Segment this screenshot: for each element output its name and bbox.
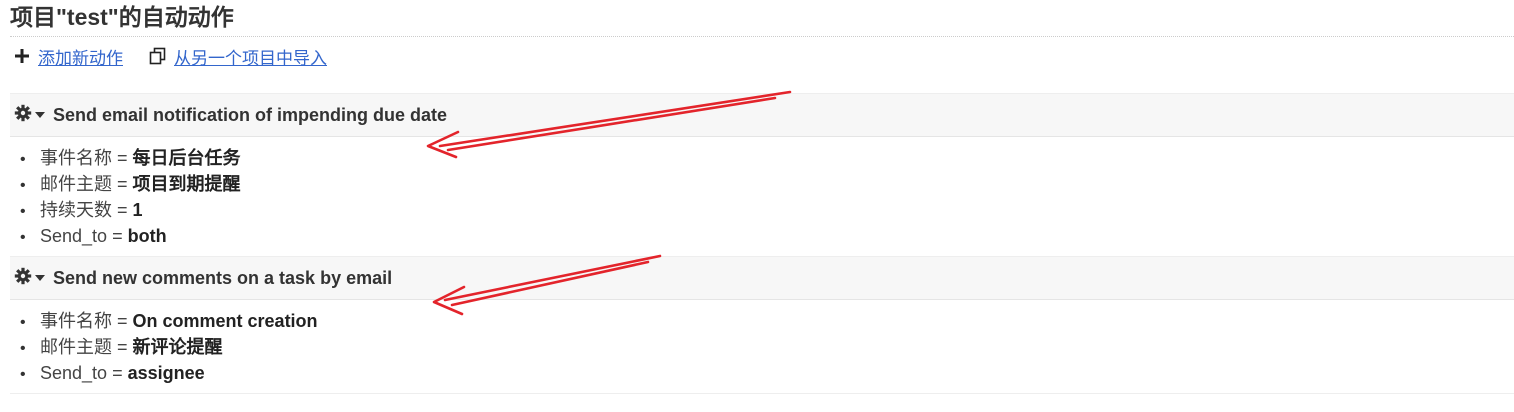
caret-down-icon [35,106,45,124]
page: 项目"test"的自动动作 添加新动作 从另一个项目中导入 Send email… [0,0,1514,412]
action-params: • 事件名称 = On comment creation • 邮件主题 = 新评论提… [10,300,1514,393]
add-action-link[interactable]: 添加新动作 [13,44,123,69]
action-block: Send new comments on a task by email • 事件… [10,256,1514,394]
gear-icon [14,267,32,290]
action-header: Send new comments on a task by email [10,256,1514,300]
action-params: • 事件名称 = 每日后台任务 • 邮件主题 = 项目到期提醒 • 持续天数 = 1 … [10,137,1514,256]
list-item: • 事件名称 = On comment creation [20,311,318,331]
toolbar: 添加新动作 从另一个项目中导入 [10,37,1514,75]
copy-icon [149,47,167,65]
list-item: • Send_to = both [20,226,167,246]
import-actions-label[interactable]: 从另一个项目中导入 [174,44,327,69]
action-menu-toggle[interactable] [14,104,45,127]
action-menu-toggle[interactable] [14,267,45,290]
import-actions-link[interactable]: 从另一个项目中导入 [149,44,327,69]
caret-down-icon [35,269,45,287]
list-item: • 邮件主题 = 项目到期提醒 [20,174,241,194]
add-action-label[interactable]: 添加新动作 [38,44,123,69]
list-item: • 持续天数 = 1 [20,200,143,220]
action-block: Send email notification of impending due… [10,93,1514,256]
action-title: Send email notification of impending due… [53,104,448,125]
gear-icon [14,104,32,127]
action-header: Send email notification of impending due… [10,93,1514,137]
list-item: • Send_to = assignee [20,363,205,383]
action-title: Send new comments on a task by email [53,267,393,288]
page-header: 项目"test"的自动动作 [10,0,1514,37]
list-item: • 邮件主题 = 新评论提醒 [20,337,223,357]
list-item: • 事件名称 = 每日后台任务 [20,148,241,168]
page-title: 项目"test"的自动动作 [10,4,234,30]
plus-icon [13,47,31,65]
